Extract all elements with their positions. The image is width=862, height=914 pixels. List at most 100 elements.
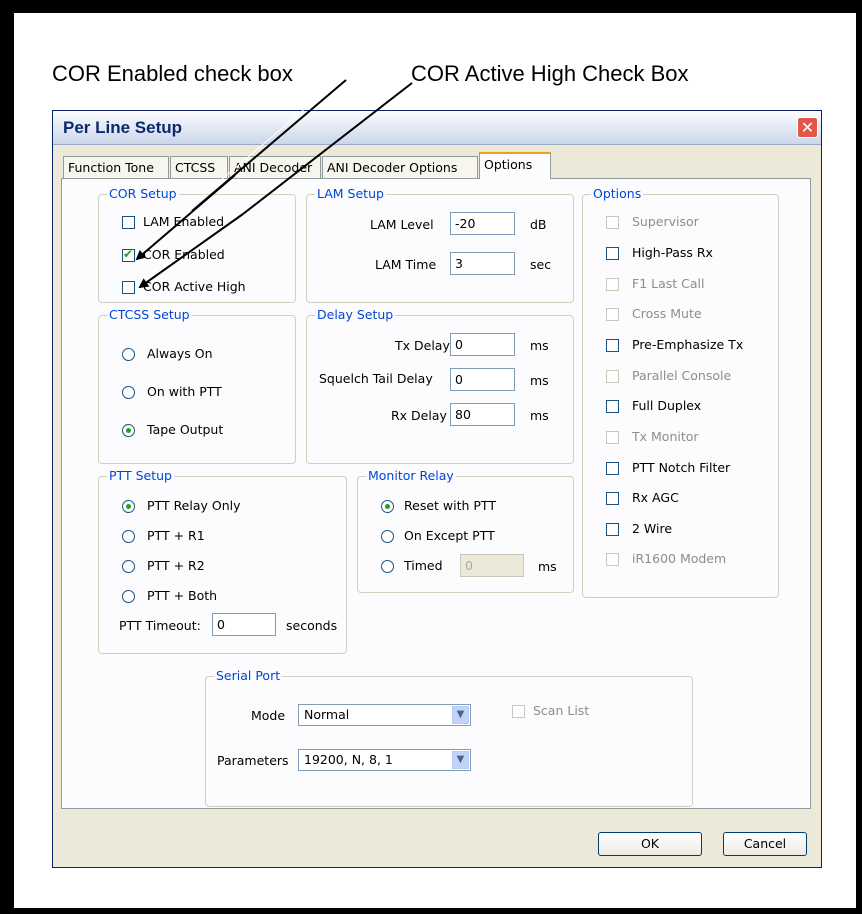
- ptt-r2-radio[interactable]: [122, 560, 135, 573]
- ptt-r2-label: PTT + R2: [147, 558, 205, 573]
- lam-enabled-label: LAM Enabled: [143, 214, 225, 229]
- high-pass-rx-checkbox[interactable]: [606, 247, 619, 260]
- rx-delay-label: Rx Delay: [391, 408, 447, 423]
- monitor-timed-unit: ms: [538, 559, 557, 574]
- squelch-tail-delay-label: Squelch Tail Delay: [319, 371, 433, 386]
- options-tab-panel: COR Setup LAM Enabled COR Enabled COR Ac…: [61, 178, 811, 809]
- parallel-console-checkbox[interactable]: [606, 370, 619, 383]
- ptt-notch-filter-label: PTT Notch Filter: [632, 460, 731, 475]
- lam-setup-legend: LAM Setup: [315, 186, 386, 201]
- lam-level-unit: dB: [530, 217, 547, 232]
- ptt-notch-filter-checkbox[interactable]: [606, 462, 619, 475]
- ctcss-setup-group: CTCSS Setup Always On On with PTT Tape O…: [98, 307, 296, 464]
- lam-time-unit: sec: [530, 257, 552, 272]
- delay-setup-group: Delay Setup Tx Delay 0 ms Squelch Tail D…: [306, 307, 574, 464]
- close-button[interactable]: ✕: [797, 117, 818, 138]
- scan-list-label: Scan List: [533, 703, 590, 718]
- serial-port-legend: Serial Port: [214, 668, 283, 683]
- monitor-on-except-ptt-radio[interactable]: [381, 530, 394, 543]
- full-duplex-label: Full Duplex: [632, 398, 702, 413]
- cor-enabled-label: COR Enabled: [143, 247, 225, 262]
- chevron-down-icon[interactable]: ▼: [452, 706, 469, 724]
- callout-cor-enabled: COR Enabled check box: [52, 61, 293, 86]
- two-wire-checkbox[interactable]: [606, 523, 619, 536]
- ptt-timeout-unit: seconds: [286, 618, 338, 633]
- ptt-setup-group: PTT Setup PTT Relay Only PTT + R1 PTT + …: [98, 468, 347, 654]
- monitor-timed-input[interactable]: 0: [460, 554, 524, 577]
- tab-ani-decoder[interactable]: ANI Decoder: [229, 156, 321, 178]
- per-line-setup-dialog: Per Line Setup ✕ Function Tone CTCSS ANI…: [52, 110, 822, 868]
- tab-options[interactable]: Options: [479, 152, 551, 179]
- rx-delay-unit: ms: [530, 408, 549, 423]
- tab-function-tone[interactable]: Function Tone: [63, 156, 169, 178]
- lam-level-input[interactable]: -20: [450, 212, 515, 235]
- tx-delay-unit: ms: [530, 338, 549, 353]
- cor-setup-legend: COR Setup: [107, 186, 179, 201]
- cor-enabled-checkbox[interactable]: [122, 247, 135, 262]
- rx-delay-input[interactable]: 80: [450, 403, 515, 426]
- lam-enabled-checkbox[interactable]: [122, 216, 135, 229]
- options-group: Options Supervisor High-Pass Rx F1 Last …: [582, 186, 779, 598]
- parallel-console-label: Parallel Console: [632, 368, 732, 383]
- mode-dropdown[interactable]: Normal ▼: [298, 704, 471, 726]
- ptt-r1-radio[interactable]: [122, 530, 135, 543]
- tx-delay-input[interactable]: 0: [450, 333, 515, 356]
- parameters-dropdown[interactable]: 19200, N, 8, 1 ▼: [298, 749, 471, 771]
- supervisor-checkbox[interactable]: [606, 216, 619, 229]
- cor-active-high-label: COR Active High: [143, 279, 246, 294]
- callout-cor-active-high: COR Active High Check Box: [411, 61, 689, 86]
- ctcss-always-on-label: Always On: [147, 346, 213, 361]
- ptt-timeout-input[interactable]: 0: [212, 613, 276, 636]
- two-wire-label: 2 Wire: [632, 521, 673, 536]
- ctcss-always-on-radio[interactable]: [122, 348, 135, 361]
- ptt-setup-legend: PTT Setup: [107, 468, 174, 483]
- serial-port-group: Serial Port Mode Normal ▼ Scan List Para…: [205, 668, 693, 807]
- ptt-both-radio[interactable]: [122, 590, 135, 603]
- chevron-down-icon[interactable]: ▼: [452, 751, 469, 769]
- lam-setup-group: LAM Setup LAM Level -20 dB LAM Time 3 se…: [306, 186, 574, 303]
- full-duplex-checkbox[interactable]: [606, 400, 619, 413]
- ir1600-modem-checkbox[interactable]: [606, 553, 619, 566]
- mode-value: Normal: [304, 707, 350, 722]
- lam-time-label: LAM Time: [375, 257, 437, 272]
- mode-label: Mode: [251, 708, 286, 723]
- tx-monitor-label: Tx Monitor: [632, 429, 699, 444]
- cor-active-high-checkbox[interactable]: [122, 281, 135, 294]
- parameters-label: Parameters: [217, 753, 289, 768]
- cor-setup-group: COR Setup LAM Enabled COR Enabled COR Ac…: [98, 186, 296, 303]
- ptt-r1-label: PTT + R1: [147, 528, 205, 543]
- tx-monitor-checkbox[interactable]: [606, 431, 619, 444]
- ctcss-on-with-ptt-radio[interactable]: [122, 386, 135, 399]
- monitor-relay-group: Monitor Relay Reset with PTT On Except P…: [357, 468, 574, 593]
- lam-time-input[interactable]: 3: [450, 252, 515, 275]
- monitor-reset-with-ptt-radio[interactable]: [381, 500, 394, 513]
- tab-ani-decoder-options[interactable]: ANI Decoder Options: [322, 156, 478, 178]
- monitor-on-except-ptt-label: On Except PTT: [404, 528, 495, 543]
- pre-emphasize-tx-checkbox[interactable]: [606, 339, 619, 352]
- monitor-timed-radio[interactable]: [381, 560, 394, 573]
- f1-last-call-label: F1 Last Call: [632, 276, 705, 291]
- ir1600-modem-label: iR1600 Modem: [632, 551, 727, 566]
- squelch-tail-delay-input[interactable]: 0: [450, 368, 515, 391]
- monitor-reset-with-ptt-label: Reset with PTT: [404, 498, 496, 513]
- cross-mute-label: Cross Mute: [632, 306, 702, 321]
- ctcss-tape-output-radio[interactable]: [122, 424, 135, 437]
- ctcss-setup-legend: CTCSS Setup: [107, 307, 192, 322]
- delay-setup-legend: Delay Setup: [315, 307, 396, 322]
- supervisor-label: Supervisor: [632, 214, 699, 229]
- title-bar: Per Line Setup ✕: [53, 111, 821, 145]
- cancel-button[interactable]: Cancel: [723, 832, 807, 856]
- scan-list-checkbox[interactable]: [512, 705, 525, 718]
- ptt-relay-only-radio[interactable]: [122, 500, 135, 513]
- cross-mute-checkbox[interactable]: [606, 308, 619, 321]
- ptt-both-label: PTT + Both: [147, 588, 218, 603]
- ptt-relay-only-label: PTT Relay Only: [147, 498, 241, 513]
- rx-agc-checkbox[interactable]: [606, 492, 619, 505]
- tab-ctcss[interactable]: CTCSS: [170, 156, 228, 178]
- ok-button[interactable]: OK: [598, 832, 702, 856]
- ptt-timeout-label: PTT Timeout:: [119, 618, 201, 633]
- f1-last-call-checkbox[interactable]: [606, 278, 619, 291]
- rx-agc-label: Rx AGC: [632, 490, 679, 505]
- squelch-tail-delay-unit: ms: [530, 373, 549, 388]
- lam-level-label: LAM Level: [370, 217, 434, 232]
